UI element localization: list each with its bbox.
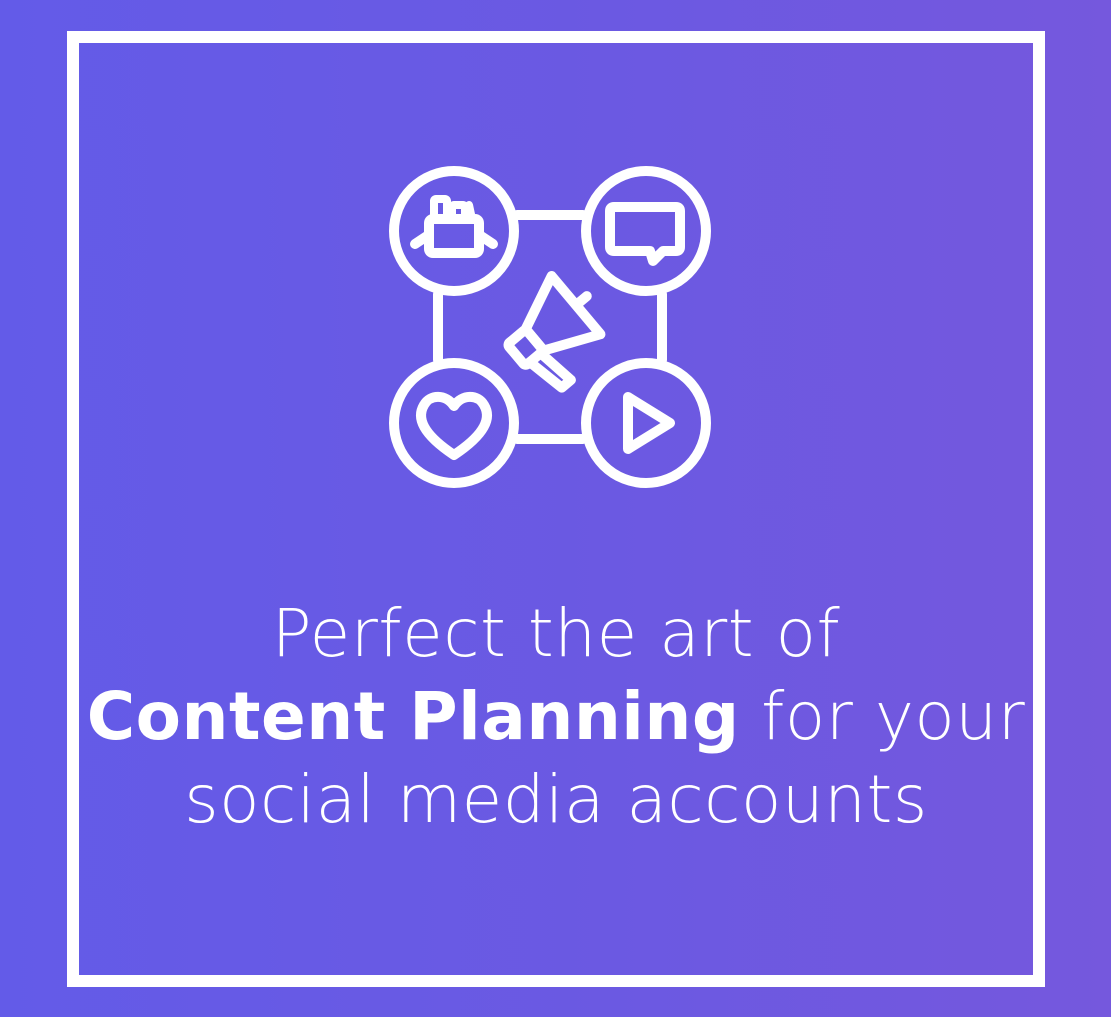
social-media-emblem bbox=[389, 166, 711, 488]
headline-line-2-rest: for your bbox=[739, 678, 1026, 755]
headline-emphasis: Content Planning bbox=[86, 678, 740, 755]
headline-line-3: social media accounts bbox=[184, 761, 928, 838]
heart-icon bbox=[389, 358, 519, 488]
headline: Perfect the art of Content Planning for … bbox=[67, 592, 1045, 841]
shopping-basket-icon bbox=[389, 166, 519, 296]
play-icon bbox=[581, 358, 711, 488]
chat-bubble-icon bbox=[581, 166, 711, 296]
headline-line-2: Content Planning for your bbox=[67, 675, 1045, 758]
headline-line-1: Perfect the art of bbox=[271, 595, 841, 672]
